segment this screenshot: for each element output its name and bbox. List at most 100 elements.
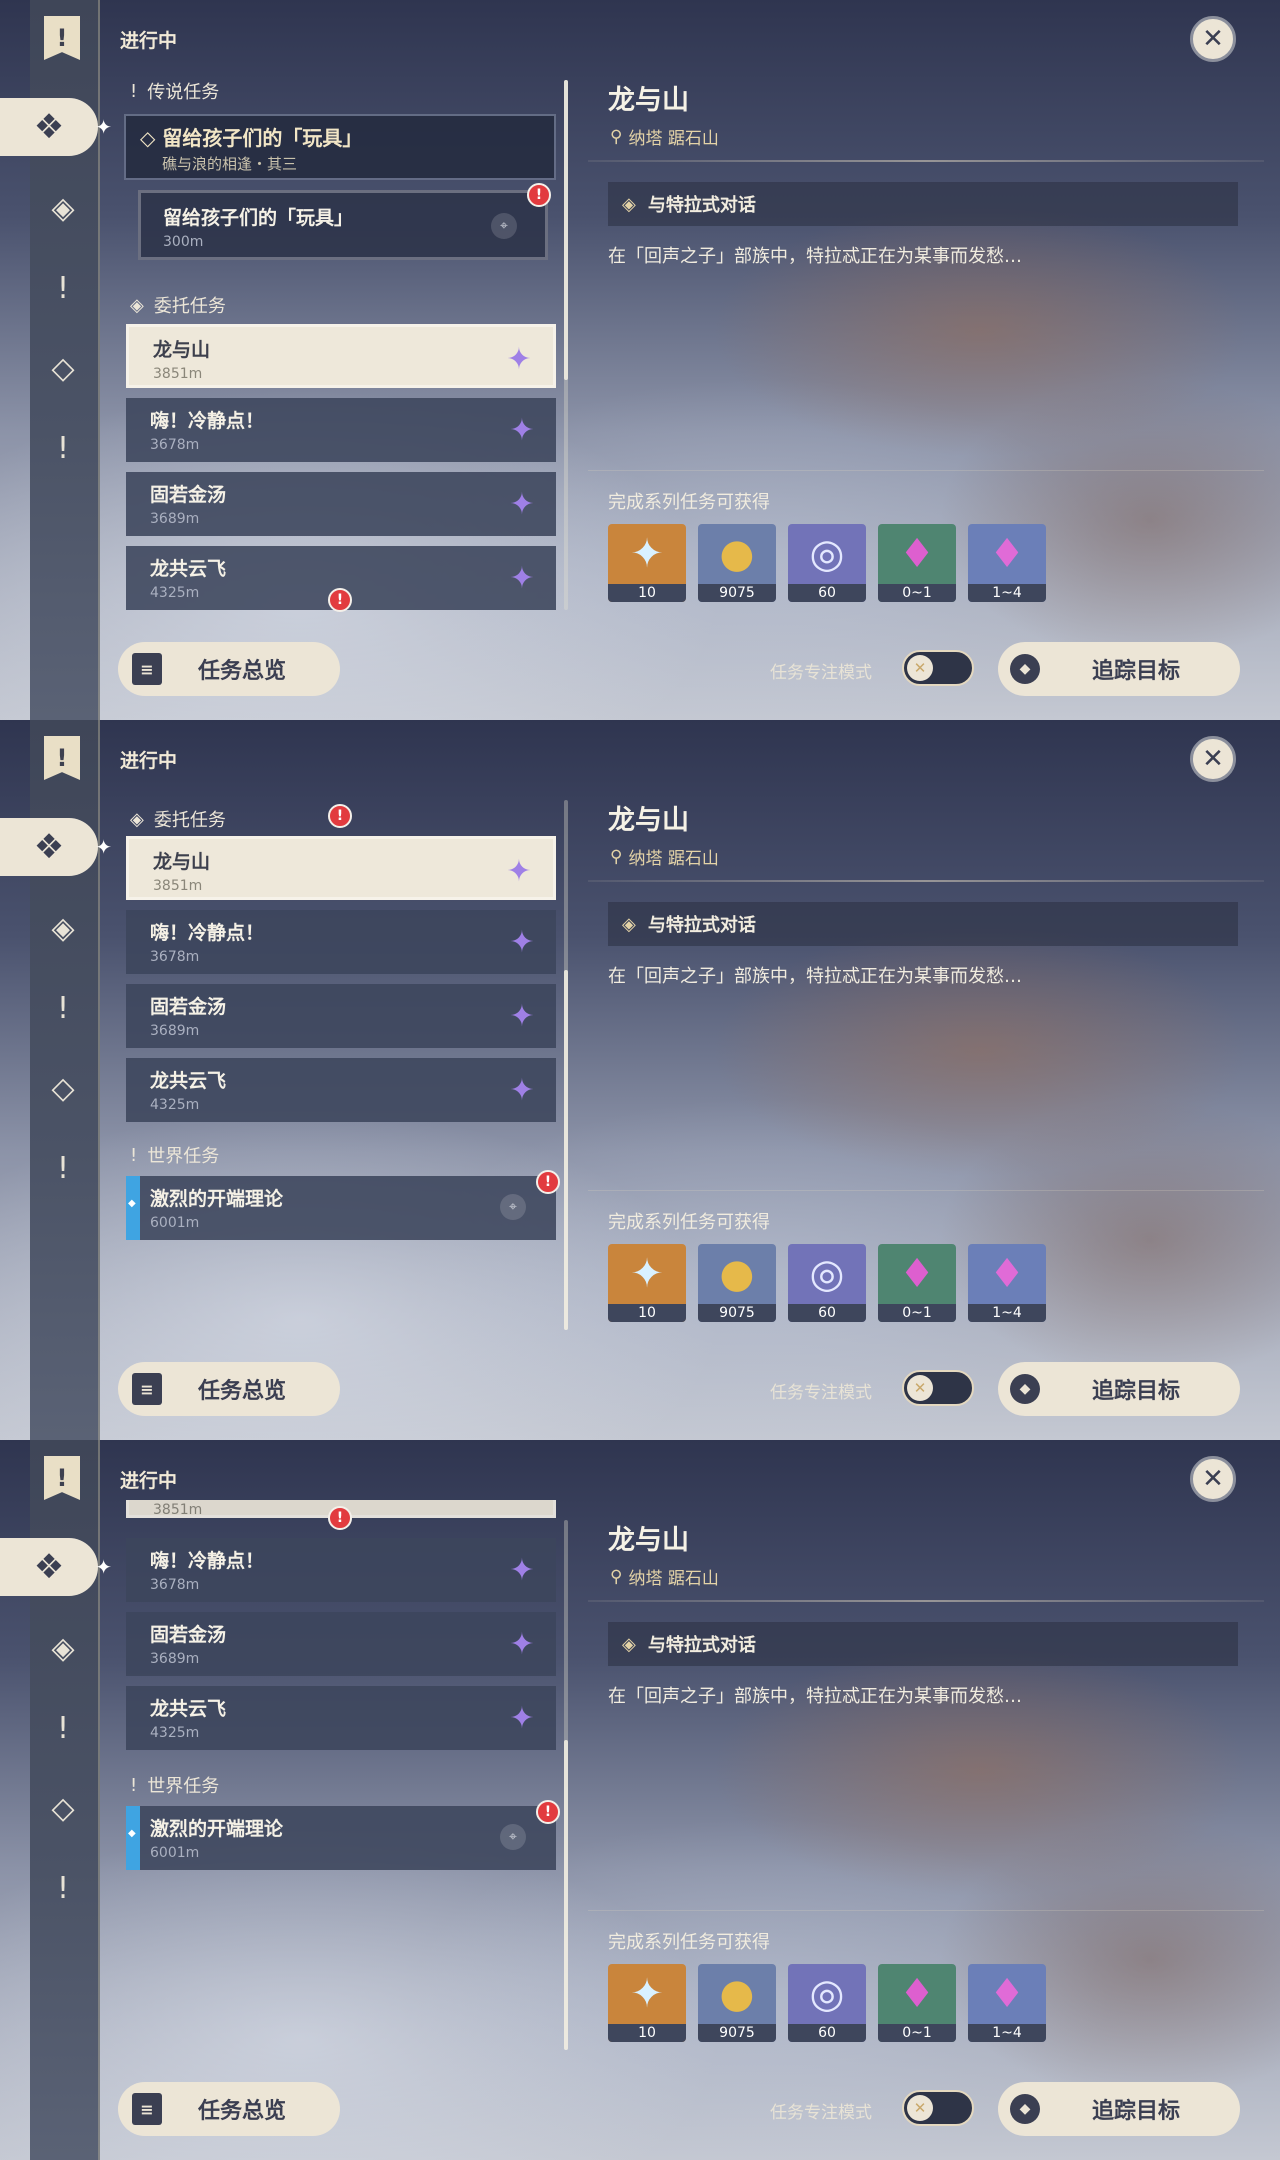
world-quest-icon[interactable]: ! [33, 418, 93, 478]
map-pin-icon[interactable]: ⌖ [491, 213, 517, 239]
world-quest-icon[interactable]: ! [33, 1138, 93, 1198]
track-target-button[interactable]: ◆ 追踪目标 [998, 1362, 1240, 1416]
section-commission-label: 委托任务 [153, 810, 226, 831]
reward-crystal-cluster[interactable]: ♦ 1~4 [968, 1964, 1046, 2042]
commission-quest-item[interactable]: 固若金汤 3689m ✦ [126, 1612, 556, 1676]
focus-mode-toggle[interactable]: ✕ [902, 650, 974, 686]
quest-distance: 3678m [150, 949, 200, 965]
commission-star-icon: ✦ [509, 1072, 535, 1108]
alert-badge-icon: ! [328, 804, 352, 828]
reward-crystal[interactable]: ♦ 0~1 [878, 524, 956, 602]
divider [588, 1910, 1264, 1911]
story-quest-icon[interactable]: ! [33, 1698, 93, 1758]
commission-star-icon: ✦ [509, 1552, 535, 1588]
legend-quest-group[interactable]: ◇ 留给孩子们的「玩具」 礁与浪的相逢・其三 [124, 114, 556, 180]
story-quest-icon[interactable]: ! [33, 978, 93, 1038]
reward-mora[interactable]: ● 9075 [698, 524, 776, 602]
list-scrollbar-thumb[interactable] [564, 1740, 568, 2050]
alert-badge-icon: ! [328, 1506, 352, 1530]
commission-quest-item[interactable]: 龙与山 3851m ✦ [126, 836, 556, 900]
reward-crystal-cluster[interactable]: ♦ 1~4 [968, 1244, 1046, 1322]
quest-name: 嗨！冷静点！ [150, 1550, 265, 1572]
world-quest-marker [126, 1176, 140, 1240]
reward-adventure-exp[interactable]: ◎ 60 [788, 524, 866, 602]
reward-crystal-cluster[interactable]: ♦ 1~4 [968, 524, 1046, 602]
focus-mode-toggle[interactable]: ✕ [902, 1370, 974, 1406]
commission-quest-icon[interactable]: ◇ [33, 1778, 93, 1838]
commission-star-icon: ✦ [506, 853, 532, 889]
rewards-label: 完成系列任务可获得 [608, 1932, 770, 1953]
quest-list[interactable]: ! 传说任务 ◇ 留给孩子们的「玩具」 礁与浪的相逢・其三 留给孩子们的「玩具」… [118, 76, 568, 616]
toggle-off-icon: ✕ [907, 2095, 933, 2121]
alert-badge-icon: ! [536, 1170, 560, 1194]
reward-count: 60 [788, 1304, 866, 1322]
legend-quest-icon[interactable]: ◈ [33, 178, 93, 238]
quest-overview-button[interactable]: ≡ 任务总览 [118, 2082, 340, 2136]
reward-primogem[interactable]: ✦ 10 [608, 1964, 686, 2042]
detail-location: ⚲ 纳塔 踞石山 [610, 1564, 719, 1590]
commission-quest-item[interactable]: 龙与山 3851m ✦ [126, 324, 556, 388]
map-pin-icon[interactable]: ⌖ [500, 1824, 526, 1850]
reward-adventure-exp[interactable]: ◎ 60 [788, 1244, 866, 1322]
reward-mora[interactable]: ● 9075 [698, 1964, 776, 2042]
reward-crystal[interactable]: ♦ 0~1 [878, 1244, 956, 1322]
commission-quest-icon[interactable]: ◇ [33, 338, 93, 398]
legend-quest-item[interactable]: 留给孩子们的「玩具」 300m ! ⌖ [138, 183, 551, 260]
quest-overview-button[interactable]: ≡ 任务总览 [118, 1362, 340, 1416]
rail-item-archon-active[interactable]: ❖ ✦ [0, 1538, 112, 1596]
quest-panel-2: ! ❖ ✦ ◈ ! ◇ ! 进行中 ◈ 委托任务 ! 龙与山 3851m ✦ 嗨… [0, 720, 1280, 1440]
section-world-header: ! 世界任务 [130, 1142, 219, 1168]
focus-mode-label: 任务专注模式 [770, 663, 872, 683]
reward-count: 60 [788, 2024, 866, 2042]
legend-quest-icon[interactable]: ◈ [33, 898, 93, 958]
reward-primogem[interactable]: ✦ 10 [608, 1244, 686, 1322]
reward-adventure-exp[interactable]: ◎ 60 [788, 1964, 866, 2042]
commission-quest-item[interactable]: 嗨！冷静点！ 3678m ✦ [126, 1538, 556, 1602]
world-quest-icon[interactable]: ! [33, 1858, 93, 1918]
commission-quest-item[interactable]: 固若金汤 3689m ✦ [126, 984, 556, 1048]
reward-mora[interactable]: ● 9075 [698, 1244, 776, 1322]
commission-quest-item[interactable]: 龙共云飞 4325m ✦ [126, 1058, 556, 1122]
list-scrollbar-thumb[interactable] [564, 970, 568, 1330]
section-commission-label: 委托任务 [153, 296, 226, 317]
focus-mode-toggle[interactable]: ✕ [902, 2090, 974, 2126]
quest-list[interactable]: 龙与山 3851m ! 嗨！冷静点！ 3678m ✦ 固若金汤 3689m ✦ … [118, 1500, 568, 2056]
map-pin-icon[interactable]: ⌖ [500, 1194, 526, 1220]
quest-overview-label: 任务总览 [198, 2099, 287, 2124]
commission-quest-item[interactable]: 嗨！冷静点！ 3678m ✦ [126, 910, 556, 974]
reward-count: 10 [608, 2024, 686, 2042]
world-quest-item[interactable]: 激烈的开端理论 6001m ⌖ ! [126, 1800, 560, 1870]
reward-primogem[interactable]: ✦ 10 [608, 524, 686, 602]
quest-name: 固若金汤 [150, 996, 227, 1018]
objective-diamond-icon: ◈ [622, 913, 636, 935]
world-quest-marker [126, 1806, 140, 1870]
commission-quest-icon[interactable]: ◇ [33, 1058, 93, 1118]
commission-quest-item[interactable]: 龙共云飞 4325m ✦ [126, 1686, 556, 1750]
track-target-button[interactable]: ◆ 追踪目标 [998, 642, 1240, 696]
legend-quest-title: ◇ 留给孩子们的「玩具」 [140, 126, 363, 150]
archon-quest-icon: ❖ [33, 827, 65, 867]
track-target-button[interactable]: ◆ 追踪目标 [998, 2082, 1240, 2136]
commission-quest-item[interactable]: 嗨！冷静点！ 3678m ✦ [126, 398, 556, 462]
commission-quest-item[interactable]: 固若金汤 3689m ✦ [126, 472, 556, 536]
reward-count: 1~4 [968, 1304, 1046, 1322]
objective-diamond-icon: ◈ [622, 193, 636, 215]
divider [588, 880, 1264, 882]
quest-distance: 3689m [150, 1651, 200, 1667]
commission-star-icon: ✦ [506, 341, 532, 377]
quest-list[interactable]: ◈ 委托任务 ! 龙与山 3851m ✦ 嗨！冷静点！ 3678m ✦ 固若金汤… [118, 796, 568, 1336]
archon-quest-icon: ❖ [33, 1547, 65, 1587]
rail-item-archon-active[interactable]: ❖ ✦ [0, 98, 112, 156]
quest-overview-button[interactable]: ≡ 任务总览 [118, 642, 340, 696]
legend-quest-icon[interactable]: ◈ [33, 1618, 93, 1678]
quest-panel-3: ! ❖ ✦ ◈ ! ◇ ! 进行中 龙与山 3851m ! 嗨！冷静点！ 367… [0, 1440, 1280, 2160]
reward-crystal[interactable]: ♦ 0~1 [878, 1964, 956, 2042]
track-diamond-icon: ◆ [1010, 2094, 1040, 2124]
rail-item-archon-active[interactable]: ❖ ✦ [0, 818, 112, 876]
story-quest-icon[interactable]: ! [33, 258, 93, 318]
toggle-off-icon: ✕ [907, 655, 933, 681]
alert-badge-icon: ! [527, 183, 551, 207]
world-quest-item[interactable]: 激烈的开端理论 6001m ⌖ ! [126, 1170, 560, 1240]
legend-quest-item-distance: 300m [163, 234, 204, 250]
list-scrollbar-thumb[interactable] [564, 80, 568, 380]
